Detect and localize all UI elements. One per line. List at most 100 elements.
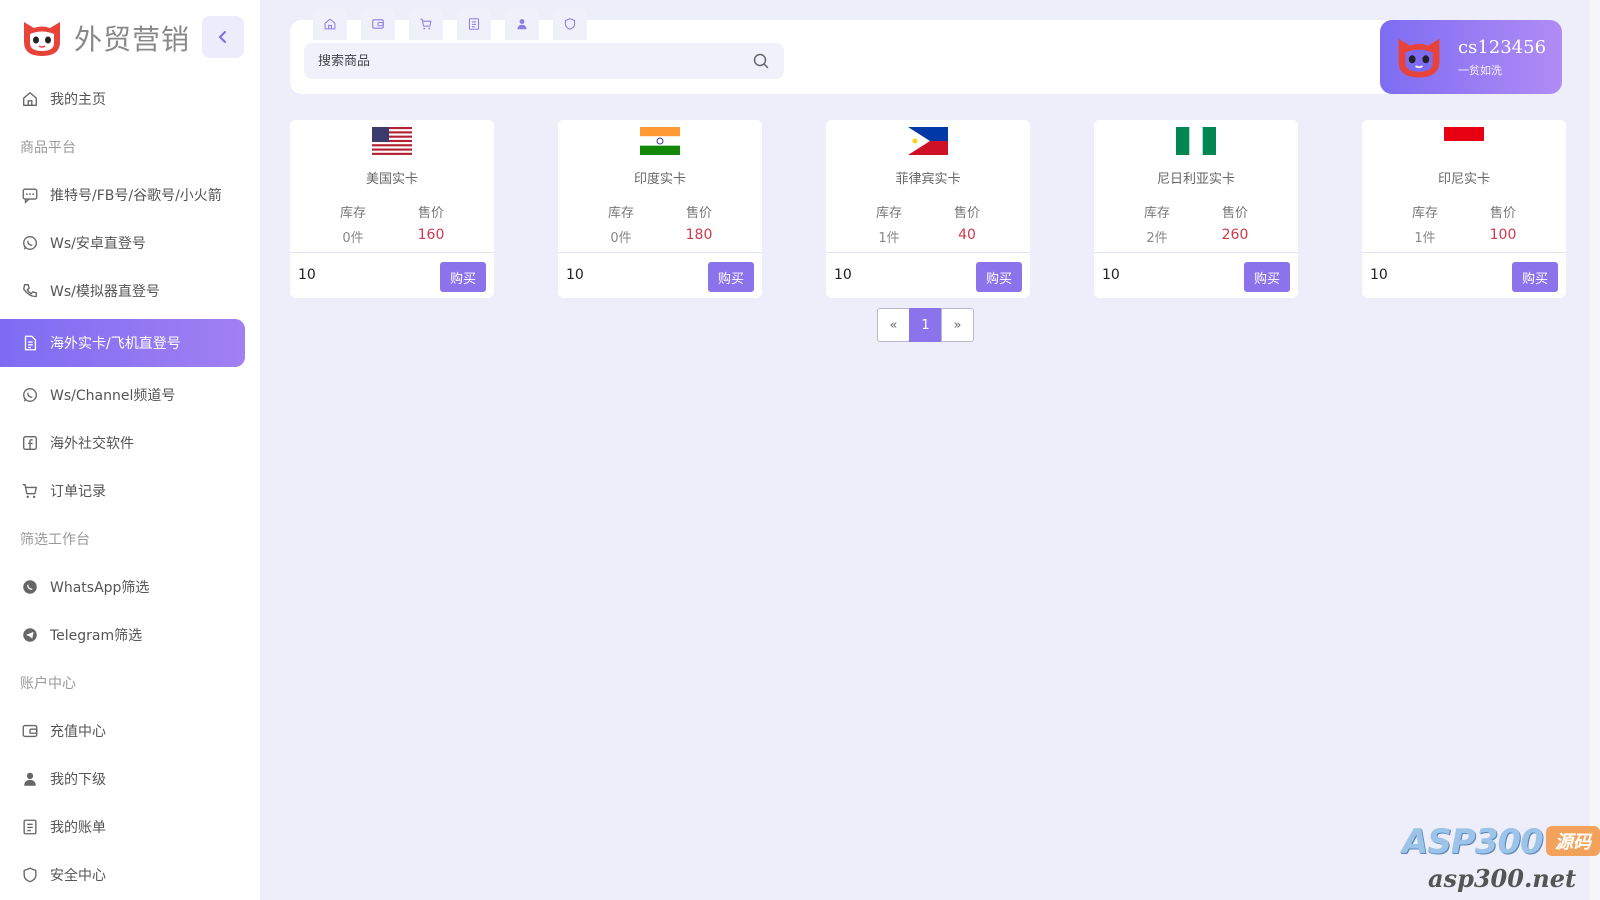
product-grid: 美国实卡库存 售价 0件 160 购买 印度实卡库存 售价 0件 180 购买 菲律宾实卡库存 售价 1… [290, 120, 1566, 298]
shield-icon [563, 17, 577, 31]
sidebar-item-label: Ws/Channel频道号 [50, 388, 176, 404]
sidebar-item-10[interactable]: WhatsApp筛选 [0, 563, 245, 611]
indonesia-flag [1444, 127, 1484, 155]
quick-tab-bill[interactable] [457, 8, 491, 40]
watermark-url: asp300.net [1428, 864, 1577, 893]
price-value: 40 [958, 227, 976, 243]
watermark-logo: ASP300 [1402, 822, 1544, 862]
whatsapp-icon [20, 233, 40, 253]
stock-label: 库存 [607, 206, 634, 221]
product-name: 菲律宾实卡 [895, 172, 961, 187]
sidebar-item-label: 推特号/FB号/谷歌号/小火箭 [50, 188, 222, 204]
sidebar-item-14[interactable]: 我的下级 [0, 755, 245, 803]
home-icon [20, 89, 40, 109]
sidebar-item-0[interactable]: 我的主页 [0, 75, 245, 123]
sidebar-item-label: 我的主页 [50, 92, 106, 108]
sidebar-item-2[interactable]: 推特号/FB号/谷歌号/小火箭 [0, 171, 245, 219]
sidebar-item-3[interactable]: Ws/安卓直登号 [0, 219, 245, 267]
document-icon [20, 333, 40, 353]
page-scrollbar[interactable] [1590, 0, 1600, 900]
quick-tab-home[interactable] [313, 8, 347, 40]
search-input[interactable] [318, 53, 752, 69]
user-card[interactable]: cs123456 一贫如洗 [1380, 20, 1562, 94]
sidebar-item-4[interactable]: Ws/模拟器直登号 [0, 267, 245, 315]
buy-button[interactable]: 购买 [1512, 262, 1558, 292]
sidebar-item-5[interactable]: 海外实卡/飞机直登号 [0, 319, 245, 367]
product-card: 尼日利亚实卡库存 售价 2件 260 购买 [1094, 120, 1298, 298]
home-icon [323, 17, 337, 31]
buy-button[interactable]: 购买 [440, 262, 486, 292]
cart-icon [419, 17, 433, 31]
bill-icon [467, 17, 481, 31]
product-card: 印尼实卡库存 售价 1件 100 购买 [1362, 120, 1566, 298]
sidebar-item-label: 我的下级 [50, 772, 106, 788]
price-value: 160 [417, 227, 445, 243]
sidebar-item-7[interactable]: 海外社交软件 [0, 419, 245, 467]
quantity-input[interactable] [1370, 261, 1500, 289]
price-label: 售价 [953, 206, 980, 221]
stock-value: 1件 [1414, 231, 1436, 246]
quick-tab-cart[interactable] [409, 8, 443, 40]
product-name: 印尼实卡 [1437, 172, 1490, 187]
buy-button[interactable]: 购买 [976, 262, 1022, 292]
quick-tabs [313, 8, 587, 40]
product-name: 印度实卡 [633, 172, 686, 187]
nigeria-flag [1176, 127, 1216, 155]
price-value: 180 [685, 227, 713, 243]
sidebar-item-16[interactable]: 安全中心 [0, 851, 245, 899]
sidebar-item-11[interactable]: Telegram筛选 [0, 611, 245, 659]
sidebar-item-label: Telegram筛选 [50, 628, 143, 644]
sidebar-item-15[interactable]: 我的账单 [0, 803, 245, 851]
sidebar-item-label: 我的账单 [50, 820, 106, 836]
wallet-icon [20, 721, 40, 741]
nav-section-label: 筛选工作台 [20, 532, 90, 548]
prev-page-button[interactable]: « [877, 308, 910, 342]
collapse-sidebar-button[interactable] [202, 16, 244, 58]
buy-button[interactable]: 购买 [708, 262, 754, 292]
stock-label: 库存 [1143, 206, 1170, 221]
message-icon [20, 185, 40, 205]
stock-value: 2件 [1146, 231, 1168, 246]
phone-icon [20, 281, 40, 301]
quantity-input[interactable] [298, 261, 428, 289]
buy-button[interactable]: 购买 [1244, 262, 1290, 292]
quick-tab-shield[interactable] [553, 8, 587, 40]
chevron-left-icon [218, 31, 226, 43]
sidebar-item-label: 海外社交软件 [50, 436, 134, 452]
page-1-button[interactable]: 1 [909, 308, 942, 342]
whatsapp-filled-icon [20, 577, 40, 597]
sidebar-item-6[interactable]: Ws/Channel频道号 [0, 371, 245, 419]
price-label: 售价 [685, 206, 712, 221]
wallet-icon [371, 17, 385, 31]
shield-icon [20, 865, 40, 885]
price-label: 售价 [1489, 206, 1516, 221]
stock-value: 0件 [342, 231, 364, 246]
cat-logo-icon [24, 22, 60, 56]
search-box [304, 43, 784, 79]
sidebar: 外贸营销 我的主页 商品平台 推特号/FB号/谷歌号/小火箭 Ws/安卓直登号 Ws/模… [0, 0, 260, 900]
quick-tab-wallet[interactable] [361, 8, 395, 40]
brand[interactable]: 外贸营销 [20, 16, 190, 60]
pagination: « 1 » [877, 308, 974, 342]
user-info: cs123456 一贫如洗 [1458, 37, 1546, 78]
sidebar-item-8[interactable]: 订单记录 [0, 467, 245, 515]
quick-tab-user[interactable] [505, 8, 539, 40]
product-card: 美国实卡库存 售价 0件 160 购买 [290, 120, 494, 298]
price-value: 260 [1221, 227, 1249, 243]
sidebar-item-label: Ws/模拟器直登号 [50, 284, 160, 300]
whatsapp-icon [20, 385, 40, 405]
telegram-icon [20, 625, 40, 645]
next-page-button[interactable]: » [941, 308, 974, 342]
user-icon [20, 769, 40, 789]
product-card: 菲律宾实卡库存 售价 1件 40 购买 [826, 120, 1030, 298]
user-icon [515, 17, 529, 31]
quantity-input[interactable] [1102, 261, 1232, 289]
us-flag [372, 127, 412, 155]
sidebar-item-label: 海外实卡/飞机直登号 [50, 336, 181, 352]
quantity-input[interactable] [834, 261, 964, 289]
sidebar-item-13[interactable]: 充值中心 [0, 707, 245, 755]
card-footer: 购买 [1094, 252, 1298, 298]
quantity-input[interactable] [566, 261, 696, 289]
search-icon[interactable] [752, 52, 770, 70]
sidebar-item-label: 安全中心 [50, 868, 106, 884]
